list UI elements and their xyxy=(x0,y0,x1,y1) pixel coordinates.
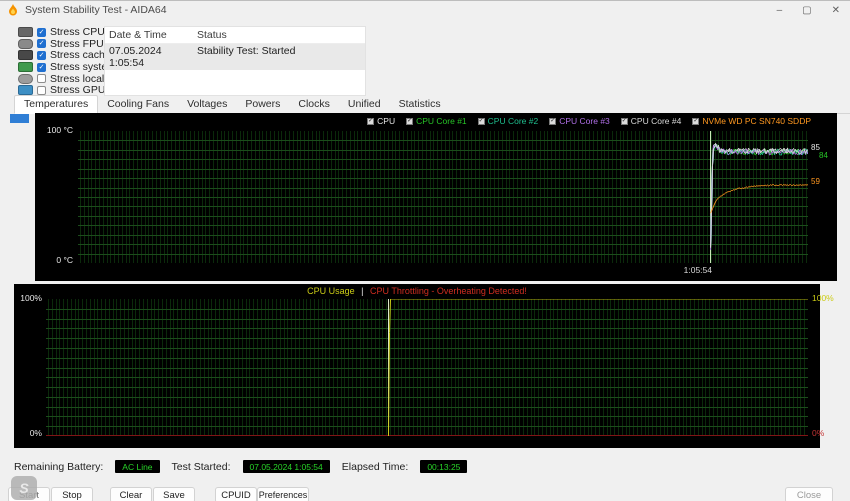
legend-checkbox[interactable] xyxy=(477,117,485,125)
legend-checkbox[interactable] xyxy=(406,117,414,125)
stress-cpu-label: Stress CPU xyxy=(50,26,105,38)
tab-voltages[interactable]: Voltages xyxy=(178,96,236,113)
tab-powers[interactable]: Powers xyxy=(236,96,289,113)
stop-button[interactable]: Stop xyxy=(51,487,93,501)
test-started-label: Test Started: xyxy=(171,460,231,473)
usage-min-left: 0% xyxy=(29,428,42,438)
usage-max-right: 100% xyxy=(812,293,834,303)
close-icon[interactable]: ✕ xyxy=(832,5,840,16)
elapsed-value: 00:13:25 xyxy=(420,460,468,473)
tab-unified[interactable]: Unified xyxy=(339,96,390,113)
window-title: System Stability Test - AIDA64 xyxy=(25,4,167,16)
log-cell-datetime: 07.05.2024 1:05:54 xyxy=(109,45,162,69)
temperature-chart-panel: CPU CPU Core #1 CPU Core #2 CPU Core #3 … xyxy=(35,113,837,281)
cpu-icon xyxy=(18,27,33,37)
stress-gpu-checkbox[interactable] xyxy=(37,85,46,95)
tab-cooling-fans[interactable]: Cooling Fans xyxy=(98,96,178,113)
legend-item-core3[interactable]: CPU Core #3 xyxy=(549,116,610,126)
end-value-cores: 84 xyxy=(819,151,828,160)
legend-checkbox[interactable] xyxy=(367,117,375,125)
y-axis-min-label: 0 °C xyxy=(56,255,73,265)
memory-icon xyxy=(18,62,33,73)
legend-label: CPU Core #4 xyxy=(630,116,682,126)
fpu-icon xyxy=(18,38,33,49)
clear-button[interactable]: Clear xyxy=(110,487,152,501)
legend-checkbox[interactable] xyxy=(620,117,628,125)
legend-checkbox[interactable] xyxy=(692,117,700,125)
log-row[interactable]: 07.05.2024 1:05:54 Stability Test: Start… xyxy=(105,44,365,70)
tab-statistics[interactable]: Statistics xyxy=(390,96,450,113)
stress-fpu-label: Stress FPU xyxy=(50,37,104,50)
legend-label: NVMe WD PC SN740 SDDP xyxy=(702,116,811,126)
legend-label: CPU Core #1 xyxy=(416,116,467,126)
usage-chart-header: CPU Usage | CPU Throttling - Overheating… xyxy=(14,286,820,296)
legend-item-core1[interactable]: CPU Core #1 xyxy=(406,116,467,126)
cache-icon xyxy=(18,50,33,61)
usage-separator: | xyxy=(361,286,364,296)
legend-item-cpu[interactable]: CPU xyxy=(367,116,395,126)
log-col-status[interactable]: Status xyxy=(193,27,231,43)
usage-title: CPU Usage xyxy=(307,286,355,296)
stress-disks-checkbox[interactable] xyxy=(37,74,46,84)
tab-clocks[interactable]: Clocks xyxy=(289,96,339,113)
title-bar: System Stability Test - AIDA64 – ▢ ✕ xyxy=(0,1,850,19)
legend-label: CPU xyxy=(377,116,396,126)
close-button[interactable]: Close xyxy=(785,487,833,501)
y-axis-max-label: 100 °C xyxy=(46,125,73,135)
battery-label: Remaining Battery: xyxy=(14,460,104,473)
tab-temperatures[interactable]: Temperatures xyxy=(14,95,99,114)
temperature-chart xyxy=(78,131,808,263)
stress-fpu-checkbox[interactable] xyxy=(37,39,46,49)
log-header: Date & Time Status xyxy=(105,27,365,44)
legend-label: CPU Core #2 xyxy=(487,116,539,126)
elapsed-label: Elapsed Time: xyxy=(341,460,409,473)
minimize-icon[interactable]: – xyxy=(777,5,783,16)
legend-item-nvme[interactable]: NVMe WD PC SN740 SDDP xyxy=(692,116,811,126)
maximize-icon[interactable]: ▢ xyxy=(802,5,811,16)
blue-indicator xyxy=(10,114,29,123)
cpu-usage-chart xyxy=(46,299,808,436)
throttling-alert: CPU Throttling - Overheating Detected! xyxy=(369,286,527,296)
event-time-label: 1:05:54 xyxy=(683,265,712,275)
stress-memory-checkbox[interactable] xyxy=(37,62,46,72)
gpu-icon xyxy=(18,85,33,96)
legend-item-core2[interactable]: CPU Core #2 xyxy=(477,116,539,126)
legend-item-core4[interactable]: CPU Core #4 xyxy=(620,116,682,126)
battery-value: AC Line xyxy=(115,460,160,473)
log-cell-status: Stability Test: Started xyxy=(197,45,296,57)
usage-min-right: 0% xyxy=(812,428,825,438)
legend-checkbox[interactable] xyxy=(549,117,557,125)
stress-cache-label: Stress cache xyxy=(50,49,111,62)
app-icon xyxy=(9,4,17,16)
end-value-nvme: 59 xyxy=(811,177,820,186)
legend-label: CPU Core #3 xyxy=(559,116,610,126)
save-button[interactable]: Save xyxy=(153,487,195,501)
cpuid-button[interactable]: CPUID xyxy=(215,487,257,501)
test-started-value: 07.05.2024 1:05:54 xyxy=(242,460,330,473)
stress-cache-checkbox[interactable] xyxy=(37,50,46,60)
stability-test-window: System Stability Test - AIDA64 – ▢ ✕ Str… xyxy=(0,0,850,501)
event-log-table: Date & Time Status 07.05.2024 1:05:54 St… xyxy=(104,26,366,96)
tab-strip: Temperatures Cooling Fans Voltages Power… xyxy=(14,95,850,114)
chart-legend: CPU CPU Core #1 CPU Core #2 CPU Core #3 … xyxy=(367,116,811,126)
start-overlay-icon: S xyxy=(11,476,37,500)
disk-icon xyxy=(18,73,33,84)
usage-max-left: 100% xyxy=(20,293,42,303)
stress-cpu-checkbox[interactable] xyxy=(37,27,46,37)
log-col-datetime[interactable]: Date & Time xyxy=(105,27,193,43)
status-row: Remaining Battery: AC Line Test Started:… xyxy=(14,460,468,473)
preferences-button[interactable]: Preferences xyxy=(257,487,309,501)
cpu-usage-chart-panel: CPU Usage | CPU Throttling - Overheating… xyxy=(14,284,834,448)
